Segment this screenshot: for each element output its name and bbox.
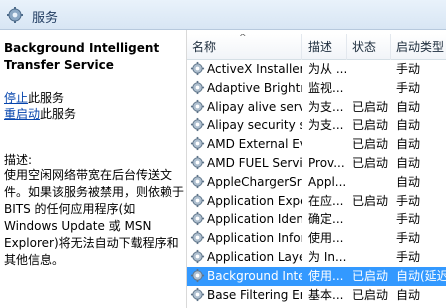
service-row[interactable]: AMD External Ev... 已启动自动 [187, 135, 446, 154]
window-title: 服务 [32, 11, 59, 26]
service-name-cell: Application Expe... [207, 193, 302, 208]
service-startup-type-cell: 自动(延迟... [396, 268, 446, 283]
sort-ascending-icon: ^ [239, 34, 247, 43]
service-startup-type-cell: 自动 [396, 287, 421, 302]
service-row[interactable]: ActiveX Installer ... 为从 ... 手动 [187, 60, 446, 79]
service-startup-type-cell: 手动 [396, 249, 421, 264]
service-startup-type-cell: 手动 [396, 193, 421, 208]
service-row[interactable]: Background Inte... 使用... 已启动自动(延迟... [187, 266, 446, 286]
service-description-cell [308, 135, 346, 154]
service-description-cell: 确定... [308, 212, 344, 227]
service-gear-icon [190, 154, 206, 173]
service-description-cell: 为 In... [308, 249, 346, 264]
title-bar: 服务 [0, 0, 446, 30]
service-row[interactable]: Application Iden... 确定... 手动 [187, 210, 446, 229]
service-row[interactable]: Adaptive Brightn... 监视... 手动 [187, 79, 446, 98]
column-header-startup-type[interactable]: 启动类型 [391, 34, 446, 60]
service-name-cell: ActiveX Installer ... [207, 62, 302, 76]
service-gear-icon [190, 267, 206, 286]
service-name-cell: AppleChargerSrv [207, 174, 302, 189]
service-startup-type-cell: 自动 [396, 99, 421, 114]
column-header-status[interactable]: 状态 [347, 34, 391, 60]
service-gear-icon [190, 116, 206, 135]
service-startup-type-cell: 自动 [396, 137, 421, 152]
description-label: 描述: [4, 153, 33, 167]
service-name-cell: Application Iden... [207, 212, 302, 227]
service-row[interactable]: Application Infor... 使用... 手动 [187, 229, 446, 248]
service-status-cell [352, 210, 392, 229]
service-details-pane: Background Intelligent Transfer Service … [0, 30, 186, 308]
service-name-cell: AMD External Ev... [207, 137, 302, 152]
service-row[interactable]: Application Expe... 在应... 已启动手动 [187, 192, 446, 211]
selected-service-name: Background Intelligent Transfer Service [4, 41, 160, 72]
service-name-cell: Alipay security s... [207, 118, 302, 133]
service-name-cell: Adaptive Brightn... [207, 80, 302, 95]
service-description: 使用空闲网络带宽在后台传送文件。如果该服务被禁用，则依赖于 BITS 的任何应用… [4, 168, 185, 267]
service-startup-type-cell: 手动 [396, 62, 421, 76]
service-startup-type-cell: 自动 [396, 118, 421, 133]
service-name-cell: Background Inte... [207, 268, 302, 283]
service-rows: ActiveX Installer ...为从 ...手动Adaptive Br… [187, 60, 446, 304]
service-startup-type-cell: 手动 [396, 212, 421, 227]
column-header-name[interactable]: ^ 名称 [187, 34, 302, 60]
service-startup-type-cell: 自动 [396, 174, 421, 189]
service-description-cell: 监视... [308, 80, 344, 95]
services-gear-icon [7, 7, 23, 23]
service-gear-icon [190, 192, 206, 211]
service-row[interactable]: AppleChargerSrv Appl... 自动 [187, 173, 446, 192]
service-status-cell [352, 229, 392, 248]
stop-service-line: 停止此服务 [4, 89, 64, 106]
service-gear-icon [190, 286, 206, 305]
service-gear-icon [190, 210, 206, 229]
service-gear-icon [190, 60, 206, 79]
service-name-cell: Base Filtering En... [207, 287, 302, 302]
service-gear-icon [190, 173, 206, 192]
service-status-cell: 已启动 [352, 287, 389, 302]
service-gear-icon [190, 229, 206, 248]
stop-service-link[interactable]: 停止 [4, 91, 28, 105]
restart-service-line: 重启动此服务 [4, 105, 76, 122]
service-description-cell: Prov... [308, 155, 345, 170]
service-row[interactable]: Alipay security s... 为支... 已启动自动 [187, 116, 446, 135]
service-status-cell: 已启动 [352, 193, 389, 208]
restart-service-link[interactable]: 重启动 [4, 107, 40, 121]
list-header: ^ 名称 描述 状态 启动类型 [187, 34, 446, 60]
service-status-cell: 已启动 [352, 99, 389, 114]
service-status-cell: 已启动 [352, 155, 389, 170]
service-row[interactable]: Application Laye... 为 In... 手动 [187, 248, 446, 267]
service-description-cell: 基本... [308, 287, 344, 302]
stop-service-suffix: 此服务 [28, 91, 65, 105]
service-row[interactable]: Alipay alive servi... 为支... 已启动自动 [187, 98, 446, 117]
service-status-cell: 已启动 [352, 137, 389, 152]
service-name-cell: Alipay alive servi... [207, 99, 302, 114]
service-description-cell: Appl... [308, 174, 346, 189]
services-list[interactable]: ^ 名称 描述 状态 启动类型 ActiveX Installer ... 为从 … [186, 30, 446, 308]
service-status-cell [352, 248, 392, 267]
service-description-cell: 使用... [308, 231, 344, 246]
service-name-cell: Application Laye... [207, 249, 302, 264]
service-status-cell: 已启动 [352, 268, 389, 283]
service-status-cell [352, 173, 392, 192]
service-description-cell: 为从 ... [308, 62, 346, 76]
service-name-cell: Application Infor... [207, 231, 302, 246]
service-gear-icon [190, 79, 206, 98]
service-row[interactable]: Base Filtering En... 基本... 已启动自动 [187, 286, 446, 305]
service-description-cell: 为支... [308, 118, 344, 133]
service-gear-icon [190, 135, 206, 154]
service-startup-type-cell: 手动 [396, 80, 421, 95]
service-status-cell: 已启动 [352, 118, 389, 133]
service-startup-type-cell: 自动 [396, 155, 421, 170]
service-gear-icon [190, 248, 206, 267]
restart-service-suffix: 此服务 [40, 107, 77, 121]
service-status-cell [352, 79, 392, 98]
service-name-cell: AMD FUEL Service [207, 155, 302, 170]
service-description-cell: 为支... [308, 99, 344, 114]
service-gear-icon [190, 98, 206, 117]
service-status-cell [352, 60, 392, 79]
service-startup-type-cell: 手动 [396, 231, 421, 246]
column-header-description[interactable]: 描述 [303, 34, 347, 60]
service-description-cell: 在应... [308, 193, 344, 208]
service-description-cell: 使用... [308, 268, 344, 283]
service-row[interactable]: AMD FUEL Service Prov... 已启动自动 [187, 154, 446, 173]
